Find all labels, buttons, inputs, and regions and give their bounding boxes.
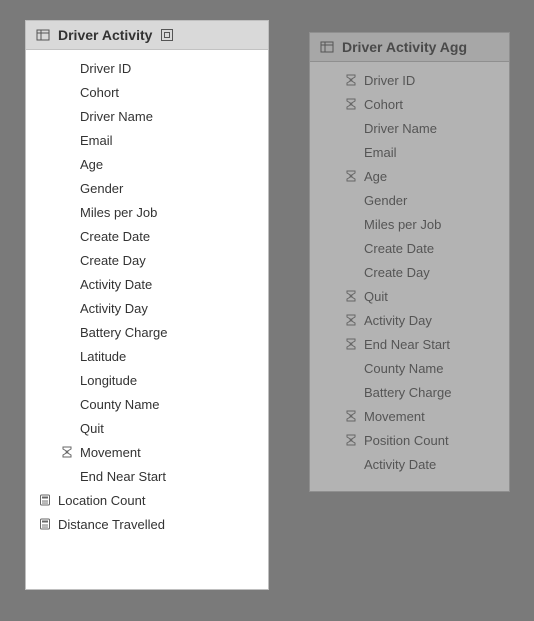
sigma-icon bbox=[342, 170, 360, 182]
field-label: Age bbox=[360, 169, 387, 184]
field-row[interactable]: Location Count bbox=[26, 488, 268, 512]
field-row[interactable]: End Near Start bbox=[26, 464, 268, 488]
field-row[interactable]: Latitude bbox=[26, 344, 268, 368]
sigma-icon bbox=[342, 74, 360, 86]
field-row[interactable]: Create Date bbox=[26, 224, 268, 248]
field-row[interactable]: Movement bbox=[310, 404, 509, 428]
field-row[interactable]: Activity Day bbox=[26, 296, 268, 320]
field-label: Gender bbox=[360, 193, 407, 208]
field-label: End Near Start bbox=[76, 469, 166, 484]
field-label: Email bbox=[76, 133, 113, 148]
field-label: Activity Date bbox=[360, 457, 436, 472]
field-label: Distance Travelled bbox=[54, 517, 165, 532]
field-label: Create Day bbox=[76, 253, 146, 268]
field-label: Location Count bbox=[54, 493, 145, 508]
field-row[interactable]: Age bbox=[26, 152, 268, 176]
table-icon bbox=[318, 40, 336, 54]
field-label: Gender bbox=[76, 181, 123, 196]
field-label: Longitude bbox=[76, 373, 137, 388]
table-panel-driver-activity[interactable]: Driver Activity Driver ID Cohort Driver Na… bbox=[25, 20, 269, 590]
panel-title: Driver Activity bbox=[58, 27, 152, 43]
field-label: Battery Charge bbox=[360, 385, 451, 400]
field-row[interactable]: Create Date bbox=[310, 236, 509, 260]
field-row[interactable]: Gender bbox=[26, 176, 268, 200]
panel-body: Driver ID Cohort Driver Name Email Age Gender… bbox=[310, 62, 509, 486]
field-row[interactable]: Miles per Job bbox=[26, 200, 268, 224]
field-label: Activity Day bbox=[76, 301, 148, 316]
field-label: Position Count bbox=[360, 433, 449, 448]
field-label: Movement bbox=[76, 445, 141, 460]
field-label: Miles per Job bbox=[360, 217, 441, 232]
field-label: County Name bbox=[360, 361, 443, 376]
field-row[interactable]: Driver ID bbox=[310, 68, 509, 92]
field-row[interactable]: Create Day bbox=[26, 248, 268, 272]
field-label: Driver Name bbox=[76, 109, 153, 124]
field-row[interactable]: Activity Date bbox=[310, 452, 509, 476]
field-row[interactable]: Quit bbox=[310, 284, 509, 308]
field-label: Battery Charge bbox=[76, 325, 167, 340]
sigma-icon bbox=[342, 338, 360, 350]
panel-title: Driver Activity Agg bbox=[342, 39, 467, 55]
field-row[interactable]: Battery Charge bbox=[26, 320, 268, 344]
field-row[interactable]: County Name bbox=[310, 356, 509, 380]
field-label: Cohort bbox=[360, 97, 403, 112]
sigma-icon bbox=[342, 410, 360, 422]
field-label: Movement bbox=[360, 409, 425, 424]
field-row[interactable]: Distance Travelled bbox=[26, 512, 268, 536]
field-row[interactable]: Position Count bbox=[310, 428, 509, 452]
field-row[interactable]: Movement bbox=[26, 440, 268, 464]
sigma-icon bbox=[342, 290, 360, 302]
field-row[interactable]: Activity Day bbox=[310, 308, 509, 332]
field-label: Cohort bbox=[76, 85, 119, 100]
field-label: Create Date bbox=[360, 241, 434, 256]
field-row[interactable]: County Name bbox=[26, 392, 268, 416]
field-row[interactable]: Create Day bbox=[310, 260, 509, 284]
field-label: Quit bbox=[360, 289, 388, 304]
field-row[interactable]: Miles per Job bbox=[310, 212, 509, 236]
field-label: End Near Start bbox=[360, 337, 450, 352]
field-label: Driver ID bbox=[360, 73, 415, 88]
field-label: Driver ID bbox=[76, 61, 131, 76]
field-row[interactable]: Gender bbox=[310, 188, 509, 212]
field-label: Activity Date bbox=[76, 277, 152, 292]
field-row[interactable]: Battery Charge bbox=[310, 380, 509, 404]
field-row[interactable]: Email bbox=[26, 128, 268, 152]
table-panel-driver-activity-agg[interactable]: Driver Activity Agg Driver IDCohortDrive… bbox=[309, 32, 510, 492]
focus-icon bbox=[158, 28, 176, 42]
field-label: Age bbox=[76, 157, 103, 172]
field-row[interactable]: Activity Date bbox=[26, 272, 268, 296]
table-icon bbox=[34, 28, 52, 42]
field-row[interactable]: Age bbox=[310, 164, 509, 188]
field-row[interactable]: Driver Name bbox=[310, 116, 509, 140]
field-label: County Name bbox=[76, 397, 159, 412]
field-row[interactable]: Cohort bbox=[310, 92, 509, 116]
field-row[interactable]: Email bbox=[310, 140, 509, 164]
field-label: Create Date bbox=[76, 229, 150, 244]
field-label: Miles per Job bbox=[76, 205, 157, 220]
field-label: Quit bbox=[76, 421, 104, 436]
field-row[interactable]: Quit bbox=[26, 416, 268, 440]
field-row[interactable]: End Near Start bbox=[310, 332, 509, 356]
field-label: Email bbox=[360, 145, 397, 160]
sigma-icon bbox=[342, 98, 360, 110]
field-row[interactable]: Driver Name bbox=[26, 104, 268, 128]
calculator-icon bbox=[36, 494, 54, 506]
panel-body: Driver ID Cohort Driver Name Email Age Gender… bbox=[26, 50, 268, 546]
field-label: Activity Day bbox=[360, 313, 432, 328]
calculator-icon bbox=[36, 518, 54, 530]
sigma-icon bbox=[342, 434, 360, 446]
field-row[interactable]: Longitude bbox=[26, 368, 268, 392]
field-row[interactable]: Cohort bbox=[26, 80, 268, 104]
field-label: Driver Name bbox=[360, 121, 437, 136]
field-label: Create Day bbox=[360, 265, 430, 280]
sigma-icon bbox=[342, 314, 360, 326]
field-row[interactable]: Driver ID bbox=[26, 56, 268, 80]
panel-header[interactable]: Driver Activity bbox=[26, 21, 268, 50]
panel-header[interactable]: Driver Activity Agg bbox=[310, 33, 509, 62]
field-label: Latitude bbox=[76, 349, 126, 364]
sigma-icon bbox=[58, 446, 76, 458]
